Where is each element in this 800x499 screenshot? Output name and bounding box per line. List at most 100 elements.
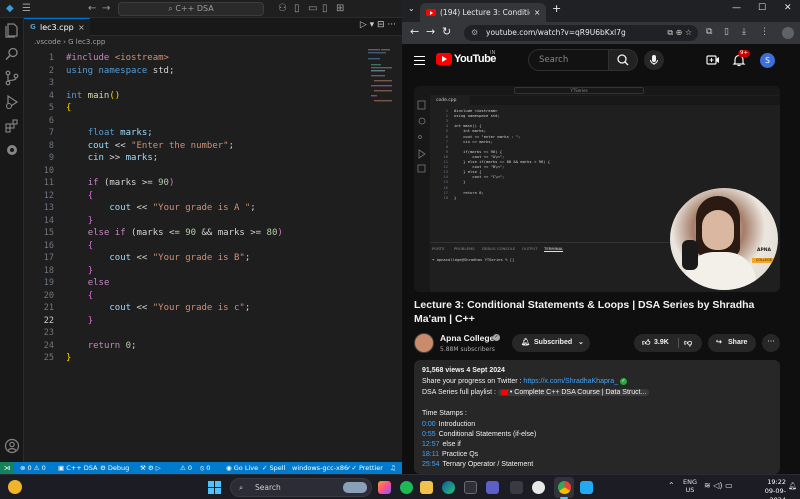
voice-search-button[interactable] (644, 50, 664, 70)
extensions-icon[interactable] (4, 118, 20, 134)
forward-arrow-icon[interactable]: → (102, 3, 110, 15)
edge-browser-icon[interactable] (442, 481, 455, 494)
chevron-up-icon[interactable]: ⌃ (668, 481, 675, 490)
go-live-status[interactable]: ◉ Go Live (226, 462, 258, 474)
app-icon[interactable] (510, 481, 523, 494)
breadcrumb[interactable]: .vscode › G lec3.cpp (24, 36, 402, 48)
chrome-toolbar: ← → ↻ ⚙ youtube.com/watch?v=qR9U6bKxl7g … (402, 22, 800, 44)
reload-icon[interactable]: ↻ (442, 25, 451, 38)
timestamp-link[interactable]: 25:54 (422, 461, 440, 468)
subscribed-button[interactable]: 🔔︎ Subscribed ⌄ (512, 334, 590, 352)
explorer-icon[interactable] (4, 22, 20, 38)
vscode-app-icon[interactable] (580, 481, 593, 494)
copilot-icon[interactable]: ⚇ (278, 3, 287, 15)
extensions-icon[interactable]: ⧉ (706, 27, 712, 37)
accounts-icon[interactable] (4, 438, 20, 454)
minimize-button[interactable]: — (732, 3, 741, 13)
run-debug-icon[interactable] (4, 94, 20, 110)
line-number: 9 (48, 153, 54, 163)
line-number: 15 (43, 228, 54, 238)
remote-explorer-icon[interactable] (4, 142, 20, 158)
store-app-icon[interactable] (464, 481, 477, 494)
source-control-icon[interactable] (4, 70, 20, 86)
back-arrow-icon[interactable]: ← (88, 3, 96, 15)
toggle-panel-icon[interactable]: ▭ (308, 3, 317, 15)
address-bar[interactable]: ⚙ youtube.com/watch?v=qR9U6bKxl7g ⧉ ⊕ ☆ (464, 25, 698, 41)
command-center-search[interactable]: ⌕ C++ DSA (118, 2, 264, 16)
editor-scrollbar[interactable] (394, 48, 402, 462)
spell-status[interactable]: ✓ Spell (262, 462, 285, 474)
teams-app-icon[interactable] (486, 481, 499, 494)
tool-status[interactable]: ⚒ ⚙ ▷ (140, 462, 161, 474)
code-editor[interactable]: #include <iostream> using namespace std; i… (66, 48, 376, 368)
copilot-app-icon[interactable] (378, 481, 391, 494)
account-avatar[interactable]: S (760, 53, 775, 68)
twitter-link[interactable]: https://x.com/ShradhaKhapra_ (523, 378, 618, 385)
workspace-status[interactable]: ▣ C++ DSA (58, 462, 97, 474)
close-icon[interactable]: × (78, 20, 85, 36)
timestamp-link[interactable]: 18:11 (422, 451, 439, 458)
notifications-icon[interactable]: ♫ (390, 462, 396, 474)
file-explorer-icon[interactable] (420, 481, 433, 494)
create-video-icon[interactable] (706, 54, 720, 66)
compiler-status[interactable]: windows-gcc-x86 (292, 462, 348, 474)
language-indicator[interactable]: ENG US (682, 478, 698, 494)
tab-search-icon[interactable]: ⌄ (408, 4, 415, 13)
search-icon[interactable] (4, 46, 20, 62)
like-count[interactable]: 3.9K (654, 334, 669, 352)
notification-center-icon[interactable]: 🔔︎ (788, 482, 797, 490)
timestamp-link[interactable]: 0:00 (422, 421, 436, 428)
taskbar-search[interactable]: ⌕ Search (230, 478, 372, 497)
forward-arrow-icon[interactable]: → (426, 25, 435, 38)
wifi-volume-battery-icon[interactable]: ≋ ◁) ▭ (704, 481, 733, 490)
chrome-app-icon[interactable] (558, 481, 571, 494)
omnibox-actions-icon[interactable]: ⧉ ⊕ ☆ (667, 25, 692, 41)
editor-actions[interactable]: ▷ ▾ ⊟ ··· (360, 20, 396, 30)
timestamp-link[interactable]: 12:57 (422, 441, 440, 448)
channel-name[interactable]: Apna College (440, 333, 494, 343)
timestamp-link[interactable]: 0:55 (422, 431, 436, 438)
app-icon[interactable] (532, 481, 545, 494)
download-icon[interactable]: ⤓ (742, 27, 746, 37)
hamburger-menu-icon[interactable] (414, 56, 425, 65)
more-actions-button[interactable]: ··· (762, 334, 780, 352)
clock[interactable]: 19:22 09-09-2024 (752, 478, 786, 499)
thumbs-up-icon[interactable]: 👍︎ (642, 334, 650, 352)
playlist-chip[interactable]: • Complete C++ DSA Course | Data Struct.… (497, 389, 650, 396)
ports-status[interactable]: ⦸ 0 (200, 462, 210, 474)
profile-avatar[interactable] (782, 27, 794, 39)
code-token: marks (125, 153, 153, 163)
close-icon[interactable]: × (534, 3, 540, 22)
youtube-logo-icon[interactable] (436, 53, 452, 65)
remote-indicator-icon[interactable]: ⋊ (0, 462, 14, 474)
start-button[interactable] (208, 481, 221, 494)
search-button[interactable] (608, 49, 638, 71)
spotify-app-icon[interactable] (400, 481, 413, 494)
minimap[interactable] (368, 48, 392, 108)
back-arrow-icon[interactable]: ← (410, 25, 419, 38)
video-player[interactable]: YTSeries code.cpp 1 #include <iostream> 2 u… (414, 86, 780, 292)
warnings-status[interactable]: ⚠ 0 (180, 462, 192, 474)
youtube-search-input[interactable]: Search (528, 49, 608, 71)
line-number: 23 (43, 328, 54, 338)
problems-status[interactable]: ⊗ 0 ⚠ 0 (20, 462, 46, 474)
toggle-sidebar-icon[interactable]: ▯ (294, 3, 300, 15)
weather-icon[interactable] (8, 480, 22, 494)
hamburger-menu-icon[interactable]: ☰ (22, 3, 31, 15)
close-window-button[interactable]: ✕ (784, 3, 792, 13)
site-info-icon[interactable]: ⚙ (471, 25, 478, 41)
thumbs-down-icon[interactable]: 👎︎ (684, 334, 692, 352)
debug-status[interactable]: ⚙ Debug (100, 462, 129, 474)
toggle-secondary-sidebar-icon[interactable]: ▯ (322, 3, 328, 15)
layout-icon[interactable]: ⊞ (336, 3, 344, 15)
side-panel-icon[interactable]: ▯ (724, 27, 729, 37)
more-options-icon[interactable]: ⋮ (760, 27, 769, 37)
share-button[interactable]: ↪ Share (708, 334, 756, 352)
tab-lec3-cpp[interactable]: G lec3.cpp × (24, 18, 90, 36)
channel-avatar[interactable] (414, 333, 434, 353)
prettier-status[interactable]: ✓✓ Prettier (346, 462, 383, 474)
maximize-button[interactable]: ☐ (758, 3, 766, 13)
video-description[interactable]: 91,568 views 4 Sept 2024 Share your prog… (414, 360, 780, 474)
new-tab-button[interactable]: + (552, 2, 561, 15)
tab-youtube-lecture[interactable]: (194) Lecture 3: Conditional × (420, 3, 546, 22)
